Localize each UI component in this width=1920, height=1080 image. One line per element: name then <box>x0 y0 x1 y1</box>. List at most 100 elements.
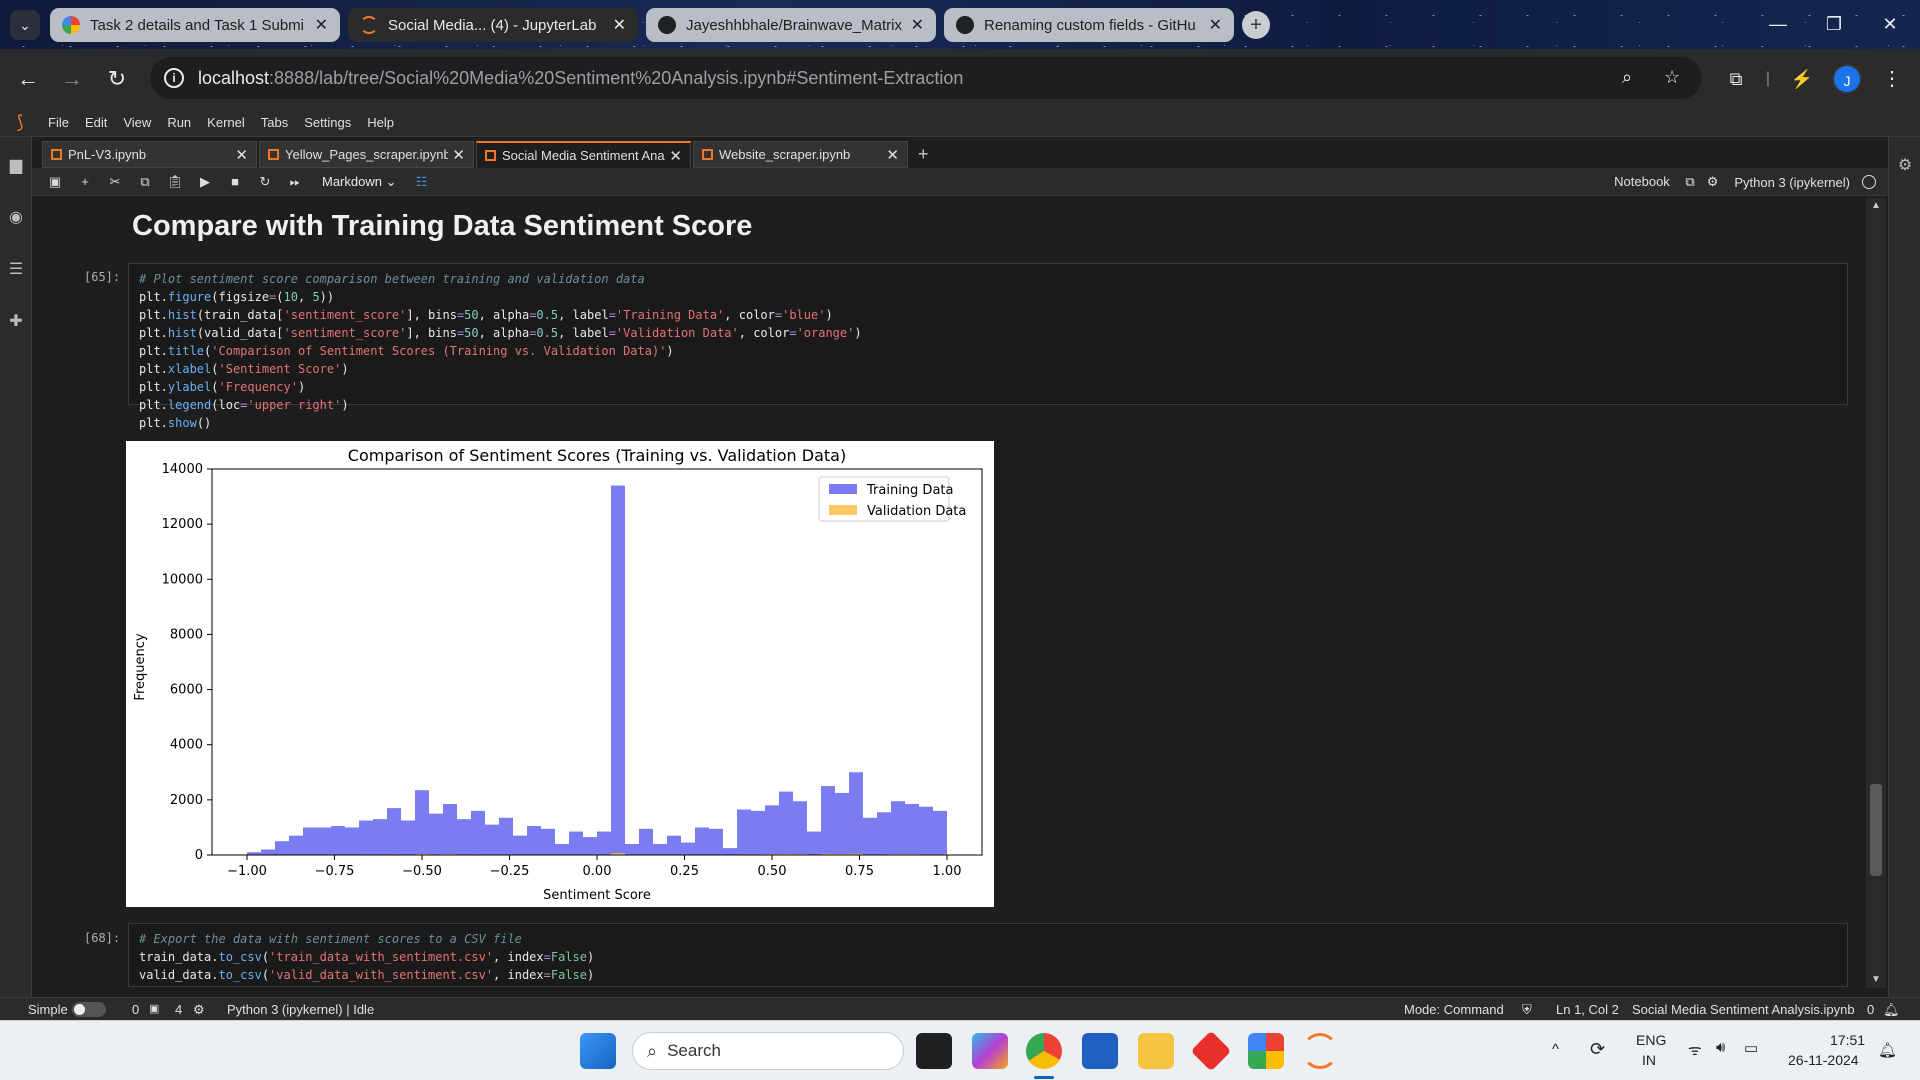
close-icon[interactable]: ✕ <box>613 15 626 35</box>
folder-icon[interactable]: ▆ <box>6 155 26 175</box>
property-inspector-icon[interactable]: ⚙ <box>1895 155 1915 175</box>
menu-run[interactable]: Run <box>159 115 199 130</box>
tab-search-button[interactable]: ⌄ <box>10 10 40 40</box>
notification-bell-icon[interactable]: 🔔︎ <box>1878 1041 1897 1059</box>
close-icon[interactable]: ✕ <box>1209 15 1222 35</box>
code-cell[interactable]: # Plot sentiment score comparison betwee… <box>128 263 1848 430</box>
scroll-thumb[interactable] <box>1870 784 1882 876</box>
restore-button[interactable]: ❐ <box>1806 0 1862 48</box>
simple-mode-toggle[interactable] <box>72 1002 106 1017</box>
terminal-count[interactable]: 0 <box>132 1002 139 1017</box>
x-tick-label: 0.00 <box>583 864 612 879</box>
taskbar-search[interactable]: ⌕ Search <box>632 1032 904 1070</box>
kernel-name[interactable]: Python 3 (ipykernel) <box>1734 175 1850 190</box>
close-window-button[interactable]: ✕ <box>1862 0 1918 48</box>
menu-tabs[interactable]: Tabs <box>253 115 296 130</box>
running-terminals-icon[interactable]: ◉ <box>6 207 26 227</box>
kernel-count[interactable]: 4 <box>175 1002 182 1017</box>
cursor-position[interactable]: Ln 1, Col 2 <box>1556 1002 1619 1017</box>
bookmark-star-icon[interactable]: ☆ <box>1664 67 1680 88</box>
clock-time[interactable]: 17:51 <box>1830 1032 1865 1048</box>
notebook-scrollbar[interactable]: ▲ ▼ <box>1866 198 1886 988</box>
cut-icon[interactable]: ✂ <box>100 174 130 190</box>
reload-button[interactable]: ↻ <box>101 63 133 95</box>
forward-button[interactable]: → <box>56 63 88 95</box>
sync-icon[interactable]: ⟳ <box>1590 1039 1605 1060</box>
paste-icon[interactable]: 📋︎ <box>160 174 190 190</box>
copilot-icon[interactable] <box>972 1033 1008 1069</box>
menu-kernel[interactable]: Kernel <box>199 115 253 130</box>
doc-tab-website-scraper[interactable]: Website_scraper.ipynb ✕ <box>693 141 908 168</box>
minimize-button[interactable]: — <box>1750 0 1806 48</box>
jupyter-app-icon[interactable] <box>1302 1033 1338 1069</box>
code-cell[interactable]: # Export the data with sentiment scores … <box>128 923 1848 987</box>
site-info-icon[interactable]: i <box>164 68 184 88</box>
show-hidden-icons-chevron-icon[interactable]: ^ <box>1552 1041 1559 1058</box>
menu-edit[interactable]: Edit <box>77 115 115 130</box>
language-bottom[interactable]: IN <box>1642 1052 1656 1068</box>
close-icon[interactable]: ✕ <box>911 15 924 35</box>
address-bar[interactable]: i localhost:8888/lab/tree/Social%20Media… <box>150 57 1702 99</box>
menu-help[interactable]: Help <box>359 115 402 130</box>
microsoft-store-icon[interactable] <box>1082 1033 1118 1069</box>
browser-tab-gmail[interactable]: Task 2 details and Task 1 Submi ✕ <box>50 8 340 42</box>
training-bar <box>625 843 639 855</box>
extension-manager-icon[interactable]: ✚ <box>6 311 26 331</box>
bell-icon[interactable]: 🔔︎ <box>1883 1002 1900 1018</box>
profile-avatar[interactable]: J <box>1832 64 1862 94</box>
scroll-up-arrow-icon[interactable]: ▲ <box>1870 200 1882 211</box>
close-icon[interactable]: ✕ <box>669 147 682 165</box>
insert-cell-icon[interactable]: + <box>70 174 100 189</box>
close-icon[interactable]: ✕ <box>235 146 248 164</box>
new-tab-button[interactable]: + <box>1242 11 1270 39</box>
windows-start-icon[interactable] <box>580 1033 616 1069</box>
kernel-status[interactable]: Python 3 (ipykernel) | Idle <box>227 1002 374 1017</box>
gmail-app-icon[interactable] <box>1248 1033 1284 1069</box>
training-bar <box>289 835 303 855</box>
volume-icon[interactable]: 🔊︎ <box>1716 1039 1725 1056</box>
settings-gear-icon[interactable]: ⚙ <box>1707 174 1719 190</box>
doc-tab-pnl[interactable]: PnL-V3.ipynb ✕ <box>42 141 257 168</box>
run-all-icon[interactable]: ⏩︎ <box>280 174 310 190</box>
task-view-icon[interactable] <box>916 1033 952 1069</box>
close-icon[interactable]: ✕ <box>886 146 899 164</box>
table-of-contents-icon[interactable]: ☰ <box>6 259 26 279</box>
browser-tab-jupyter[interactable]: Social Media... (4) - JupyterLab ✕ <box>348 8 638 42</box>
language-top[interactable]: ENG <box>1636 1032 1666 1048</box>
chrome-icon[interactable] <box>1026 1033 1062 1069</box>
new-launcher-button[interactable]: + <box>910 141 937 168</box>
wifi-icon[interactable]: ᯤ <box>1688 1040 1702 1060</box>
close-icon[interactable]: ✕ <box>315 15 328 35</box>
jupyter-icon <box>360 16 378 34</box>
scroll-down-arrow-icon[interactable]: ▼ <box>1870 974 1882 985</box>
menu-settings[interactable]: Settings <box>296 115 359 130</box>
browser-menu-icon[interactable]: ⋮ <box>1876 63 1908 95</box>
zoom-icon[interactable]: ⌕ <box>1622 67 1632 88</box>
back-button[interactable]: ← <box>12 63 44 95</box>
x-tick-label: −0.25 <box>490 864 530 879</box>
save-icon[interactable]: ▣ <box>40 174 70 190</box>
browser-tab-github-2[interactable]: Renaming custom fields - GitHu ✕ <box>944 8 1234 42</box>
extensions-icon[interactable]: ⧉ <box>1720 63 1752 95</box>
menu-view[interactable]: View <box>115 115 159 130</box>
performance-icon[interactable]: ⚡ <box>1786 63 1818 95</box>
copy-icon[interactable]: ⧉ <box>130 174 160 190</box>
doc-tab-yellow-pages[interactable]: Yellow_Pages_scraper.ipynb ✕ <box>259 141 474 168</box>
close-icon[interactable]: ✕ <box>452 146 465 164</box>
stop-icon[interactable]: ■ <box>220 174 250 189</box>
notification-count[interactable]: 0 <box>1867 1002 1874 1017</box>
doc-tab-social-media[interactable]: Social Media Sentiment Anal ✕ <box>476 141 691 168</box>
battery-icon[interactable]: ▭ <box>1744 1039 1758 1057</box>
training-bar <box>933 810 947 855</box>
format-icon[interactable]: ☷ <box>406 174 436 190</box>
open-notebook-button[interactable]: Notebook ⧉ <box>1614 174 1695 190</box>
run-icon[interactable]: ▶ <box>190 174 220 190</box>
cell-type-select[interactable]: Markdown ⌄ <box>322 174 396 190</box>
restart-icon[interactable]: ↻ <box>250 174 280 190</box>
menu-file[interactable]: File <box>40 115 77 130</box>
browser-tab-github-1[interactable]: Jayeshhbhale/Brainwave_Matrix ✕ <box>646 8 936 42</box>
file-explorer-icon[interactable] <box>1138 1033 1174 1069</box>
clock-date[interactable]: 26-11-2024 <box>1788 1052 1859 1068</box>
browser-tab-title: Jayeshhbhale/Brainwave_Matrix <box>686 16 902 34</box>
anydesk-icon[interactable] <box>1190 1030 1232 1072</box>
